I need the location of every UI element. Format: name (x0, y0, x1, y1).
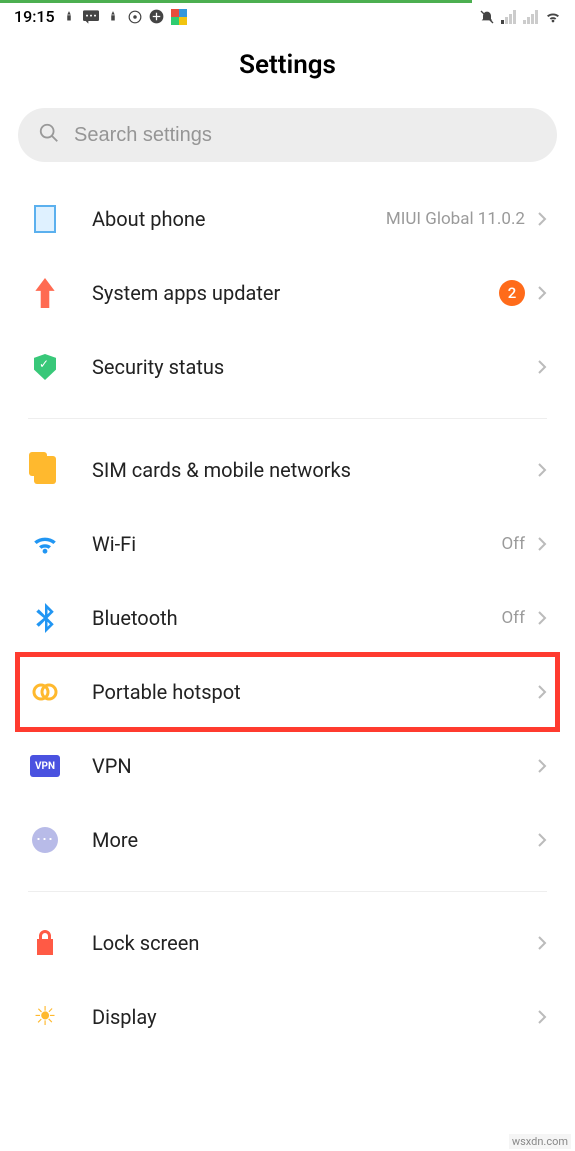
row-value: Off (501, 608, 525, 628)
row-about-phone[interactable]: About phone MIUI Global 11.0.2 (18, 182, 557, 256)
alarm-off-icon (479, 9, 495, 25)
row-value: Off (501, 534, 525, 554)
row-label: Portable hotspot (92, 680, 537, 704)
search-box[interactable] (18, 108, 557, 162)
shield-icon (28, 350, 62, 384)
status-icon-sync (149, 9, 165, 25)
status-icon-pinterest (127, 9, 143, 25)
row-label: Bluetooth (92, 606, 501, 630)
row-portable-hotspot[interactable]: Portable hotspot (18, 655, 557, 729)
chevron-right-icon (537, 758, 547, 774)
update-badge: 2 (499, 280, 525, 306)
chevron-right-icon (537, 832, 547, 848)
wifi-status-icon (545, 9, 561, 25)
status-icon-notification (61, 9, 77, 25)
page-title: Settings (0, 50, 575, 80)
divider (28, 418, 547, 419)
signal-1-icon (501, 9, 517, 25)
row-display[interactable]: ☀ Display (18, 980, 557, 1054)
row-label: System apps updater (92, 281, 499, 305)
row-wifi[interactable]: Wi-Fi Off (18, 507, 557, 581)
row-vpn[interactable]: VPN VPN (18, 729, 557, 803)
sim-icon (28, 453, 62, 487)
chevron-right-icon (537, 1009, 547, 1025)
row-label: VPN (92, 754, 537, 778)
status-bar: 19:15 (0, 3, 575, 32)
row-security-status[interactable]: Security status (18, 330, 557, 404)
row-system-apps-updater[interactable]: System apps updater 2 (18, 256, 557, 330)
chevron-right-icon (537, 285, 547, 301)
row-value: MIUI Global 11.0.2 (386, 209, 525, 229)
wifi-icon (28, 527, 62, 561)
row-label: Wi-Fi (92, 532, 501, 556)
search-icon (38, 122, 60, 148)
arrow-up-icon (28, 276, 62, 310)
chevron-right-icon (537, 935, 547, 951)
row-label: Security status (92, 355, 537, 379)
status-time: 19:15 (14, 7, 55, 26)
chevron-right-icon (537, 211, 547, 227)
row-label: About phone (92, 207, 386, 231)
status-icon-app (171, 9, 187, 25)
chevron-right-icon (537, 462, 547, 478)
hotspot-icon (28, 675, 62, 709)
lock-icon (28, 926, 62, 960)
bluetooth-icon (28, 601, 62, 635)
divider (28, 891, 547, 892)
row-lock-screen[interactable]: Lock screen (18, 906, 557, 980)
row-label: SIM cards & mobile networks (92, 458, 537, 482)
about-phone-icon (28, 202, 62, 236)
row-more[interactable]: ⋯ More (18, 803, 557, 877)
search-input[interactable] (74, 124, 537, 147)
chevron-right-icon (537, 359, 547, 375)
status-icon-message (83, 9, 99, 25)
status-icon-notification-2 (105, 9, 121, 25)
row-sim-cards[interactable]: SIM cards & mobile networks (18, 433, 557, 507)
watermark: wsxdn.com (509, 1134, 571, 1149)
row-bluetooth[interactable]: Bluetooth Off (18, 581, 557, 655)
signal-2-icon (523, 9, 539, 25)
row-label: Lock screen (92, 931, 537, 955)
chevron-right-icon (537, 684, 547, 700)
vpn-icon: VPN (28, 749, 62, 783)
row-label: More (92, 828, 537, 852)
chevron-right-icon (537, 610, 547, 626)
sun-icon: ☀ (28, 1000, 62, 1034)
more-icon: ⋯ (28, 823, 62, 857)
row-label: Display (92, 1005, 537, 1029)
chevron-right-icon (537, 536, 547, 552)
